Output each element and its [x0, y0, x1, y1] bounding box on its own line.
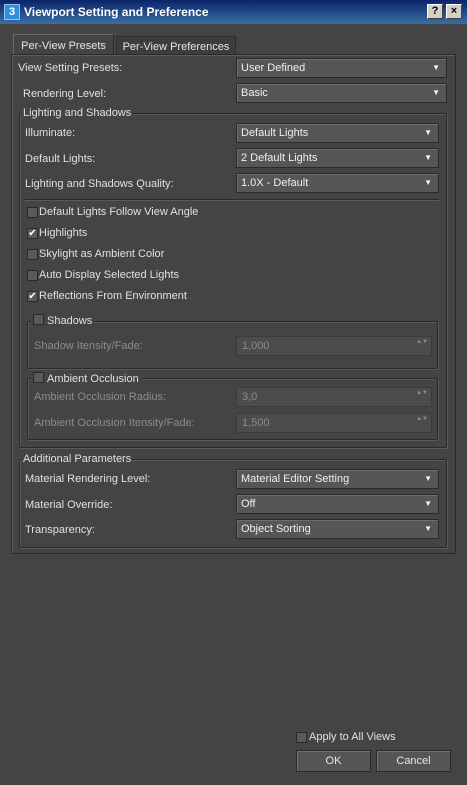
lighting-quality-label: Lighting and Shadows Quality:	[25, 178, 174, 190]
chevron-down-icon: ▼	[424, 128, 432, 137]
transparency-dropdown[interactable]: Object Sorting ▼	[236, 519, 439, 539]
material-rendering-level-label: Material Rendering Level:	[25, 473, 151, 485]
material-rendering-level-dropdown[interactable]: Material Editor Setting ▼	[236, 469, 439, 489]
illuminate-dropdown[interactable]: Default Lights ▼	[236, 123, 439, 143]
ao-intensity-spinner[interactable]: 1,500 ▲▼	[236, 413, 432, 433]
ao-radius-spinner[interactable]: 3,0 ▲▼	[236, 387, 432, 407]
ao-radius-label: Ambient Occlusion Radius:	[34, 391, 167, 403]
help-button[interactable]: ?	[427, 4, 443, 19]
default-lights-label: Default Lights:	[25, 153, 96, 165]
spinner-arrows-icon[interactable]: ▲▼	[416, 339, 428, 346]
ok-button[interactable]: OK	[296, 750, 371, 772]
ao-radius-value: 3,0	[242, 391, 258, 403]
view-setting-presets-label: View Setting Presets:	[18, 62, 123, 74]
default-lights-dropdown[interactable]: 2 Default Lights ▼	[236, 148, 439, 168]
additional-parameters-title: Additional Parameters	[21, 453, 134, 465]
checkbox-box[interactable]	[27, 207, 38, 218]
checkbox-label: Highlights	[39, 227, 88, 239]
illuminate-value: Default Lights	[241, 127, 309, 139]
ao-intensity-label: Ambient Occlusion Itensity/Fade:	[34, 417, 195, 429]
view-setting-presets-value: User Defined	[241, 62, 306, 74]
apply-to-all-views-label: Apply to All Views	[309, 731, 396, 743]
separator	[25, 199, 439, 201]
shadow-intensity-label: Shadow Itensity/Fade:	[34, 340, 143, 352]
cancel-button[interactable]: Cancel	[376, 750, 451, 772]
illuminate-label: Illuminate:	[25, 127, 76, 139]
checkbox-label: Skylight as Ambient Color	[39, 248, 165, 260]
view-setting-presets-dropdown[interactable]: User Defined ▼	[236, 58, 447, 78]
checkbox-box-checked[interactable]: ✔	[27, 291, 38, 302]
tab-per-view-presets[interactable]: Per-View Presets	[13, 34, 114, 56]
checkbox-label: Reflections From Environment	[39, 290, 187, 302]
default-lights-value: 2 Default Lights	[241, 152, 318, 164]
lighting-quality-dropdown[interactable]: 1.0X - Default ▼	[236, 173, 439, 193]
lighting-and-shadows-title: Lighting and Shadows	[21, 107, 134, 119]
spinner-arrows-icon[interactable]: ▲▼	[416, 390, 428, 397]
chevron-down-icon: ▼	[424, 499, 432, 508]
material-override-dropdown[interactable]: Off ▼	[236, 494, 439, 514]
checkbox-box-checked[interactable]: ✔	[27, 228, 38, 239]
shadows-title: Shadows	[47, 315, 93, 327]
ao-intensity-value: 1,500	[242, 417, 270, 429]
app-icon: 3	[4, 4, 20, 20]
title-bar[interactable]: 3 Viewport Setting and Preference ? ×	[0, 0, 467, 24]
lighting-quality-value: 1.0X - Default	[241, 177, 309, 189]
window-title: Viewport Setting and Preference	[24, 5, 209, 19]
shadows-group-header[interactable]: Shadows	[31, 314, 96, 327]
transparency-value: Object Sorting	[241, 523, 311, 535]
close-button[interactable]: ×	[446, 4, 462, 19]
ambient-occlusion-title: Ambient Occlusion	[47, 373, 139, 385]
apply-to-all-views-checkbox[interactable]: Apply to All Views	[296, 731, 416, 746]
chevron-down-icon: ▼	[432, 63, 440, 72]
checkbox-label: Auto Display Selected Lights	[39, 269, 180, 281]
tab-per-view-preferences[interactable]: Per-View Preferences	[116, 36, 236, 56]
material-override-label: Material Override:	[25, 499, 113, 511]
ambient-occlusion-checkbox[interactable]	[33, 372, 44, 383]
checkbox-box[interactable]	[296, 732, 307, 743]
chevron-down-icon: ▼	[424, 474, 432, 483]
shadow-intensity-value: 1,000	[242, 340, 270, 352]
rendering-level-label: Rendering Level:	[23, 88, 107, 100]
shadows-checkbox[interactable]	[33, 314, 44, 325]
checkbox-box[interactable]	[27, 249, 38, 260]
shadow-intensity-spinner[interactable]: 1,000 ▲▼	[236, 336, 432, 356]
chevron-down-icon: ▼	[424, 524, 432, 533]
material-override-value: Off	[241, 498, 256, 510]
chevron-down-icon: ▼	[424, 153, 432, 162]
checkbox-label: Default Lights Follow View Angle	[39, 206, 199, 218]
material-rendering-level-value: Material Editor Setting	[241, 473, 350, 485]
rendering-level-dropdown[interactable]: Basic ▼	[236, 83, 447, 103]
spinner-arrows-icon[interactable]: ▲▼	[416, 416, 428, 423]
rendering-level-value: Basic	[241, 87, 268, 99]
chevron-down-icon: ▼	[432, 88, 440, 97]
transparency-label: Transparency:	[25, 524, 95, 536]
chevron-down-icon: ▼	[424, 178, 432, 187]
checkbox-box[interactable]	[27, 270, 38, 281]
ambient-occlusion-group-header[interactable]: Ambient Occlusion	[31, 372, 142, 385]
